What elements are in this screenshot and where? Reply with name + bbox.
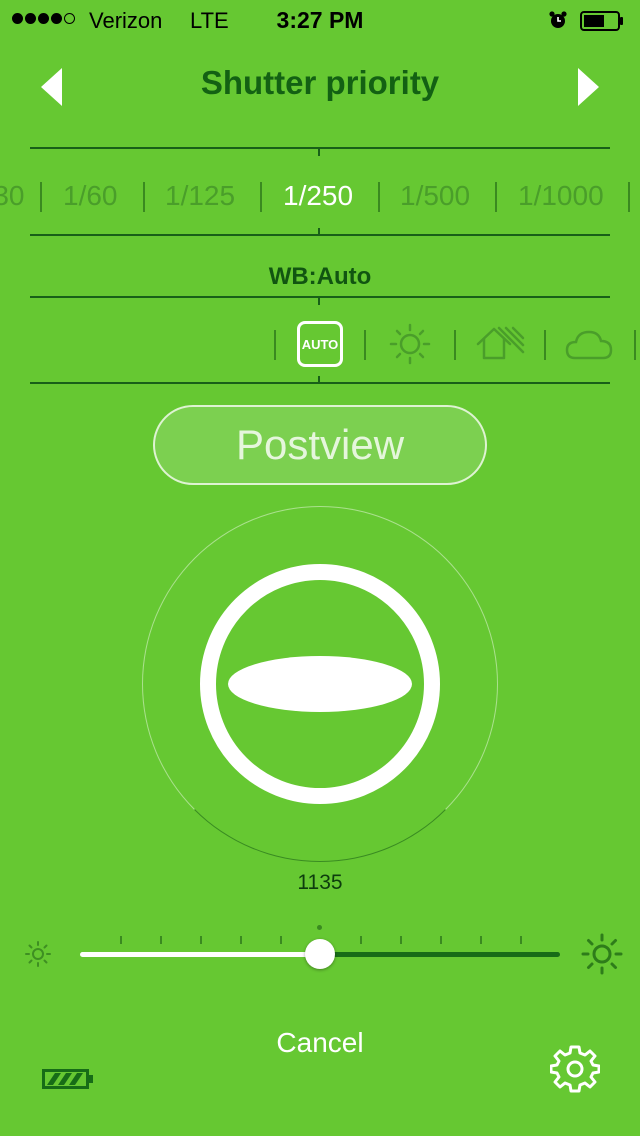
slider-tick xyxy=(200,936,202,944)
center-marker xyxy=(318,228,320,236)
status-bar: Verizon LTE 3:27 PM xyxy=(0,0,640,40)
battery-icon xyxy=(580,11,623,31)
separator xyxy=(274,330,276,360)
slider-tick xyxy=(440,936,442,944)
shot-count: 1135 xyxy=(297,871,343,894)
separator xyxy=(260,182,262,212)
shutter-value-selected[interactable]: 1/250 xyxy=(283,180,353,212)
alarm-icon xyxy=(549,11,567,28)
settings-gear-icon[interactable] xyxy=(550,1044,600,1094)
cancel-row: Cancel xyxy=(0,1027,640,1059)
center-marker xyxy=(318,376,320,384)
brightness-track-filled[interactable] xyxy=(80,952,320,957)
separator xyxy=(634,330,636,360)
house-shade-icon[interactable] xyxy=(475,322,525,366)
white-balance-label: WB:Auto xyxy=(268,263,372,290)
slider-tick xyxy=(400,936,402,944)
divider xyxy=(30,382,610,384)
slider-tick xyxy=(160,936,162,944)
separator xyxy=(454,330,456,360)
separator xyxy=(495,182,497,212)
shutter-value[interactable]: 1/500 xyxy=(400,180,470,212)
sun-small-icon xyxy=(25,941,51,967)
separator xyxy=(364,330,366,360)
shutter-speed-scale[interactable]: 1/30 1/60 1/125 1/250 1/500 1/1000 xyxy=(0,172,640,220)
shutter-button-core[interactable] xyxy=(228,656,412,712)
separator xyxy=(143,182,145,212)
slider-tick xyxy=(280,936,282,944)
separator xyxy=(544,330,546,360)
cancel-button[interactable]: Cancel xyxy=(276,1027,363,1058)
brightness-slider-thumb[interactable] xyxy=(305,939,335,969)
slider-center-dot xyxy=(317,925,322,930)
separator xyxy=(378,182,380,212)
shutter-value[interactable]: 1/30 xyxy=(0,180,25,212)
sun-large-icon xyxy=(581,933,623,975)
brightness-track[interactable] xyxy=(320,952,560,957)
postview-button[interactable]: Postview xyxy=(153,405,487,485)
slider-tick xyxy=(240,936,242,944)
divider xyxy=(30,147,610,149)
divider xyxy=(30,234,610,236)
slider-tick xyxy=(480,936,482,944)
page-title: Shutter priority xyxy=(200,64,440,101)
camera-battery-icon xyxy=(42,1069,93,1089)
center-marker xyxy=(318,148,320,156)
shutter-value[interactable]: 1/1000 xyxy=(518,180,604,212)
shutter-value[interactable]: 1/60 xyxy=(63,180,118,212)
divider xyxy=(30,296,610,298)
cloud-icon[interactable] xyxy=(565,322,615,366)
status-time: 3:27 PM xyxy=(276,7,364,33)
separator xyxy=(40,182,42,212)
sun-icon[interactable] xyxy=(385,322,435,366)
wb-auto-button[interactable]: AUTO xyxy=(297,321,343,367)
slider-tick xyxy=(360,936,362,944)
separator xyxy=(628,182,630,212)
shutter-value[interactable]: 1/125 xyxy=(165,180,235,212)
slider-tick xyxy=(120,936,122,944)
center-marker xyxy=(318,297,320,305)
slider-tick xyxy=(520,936,522,944)
next-mode-button[interactable] xyxy=(574,66,602,108)
